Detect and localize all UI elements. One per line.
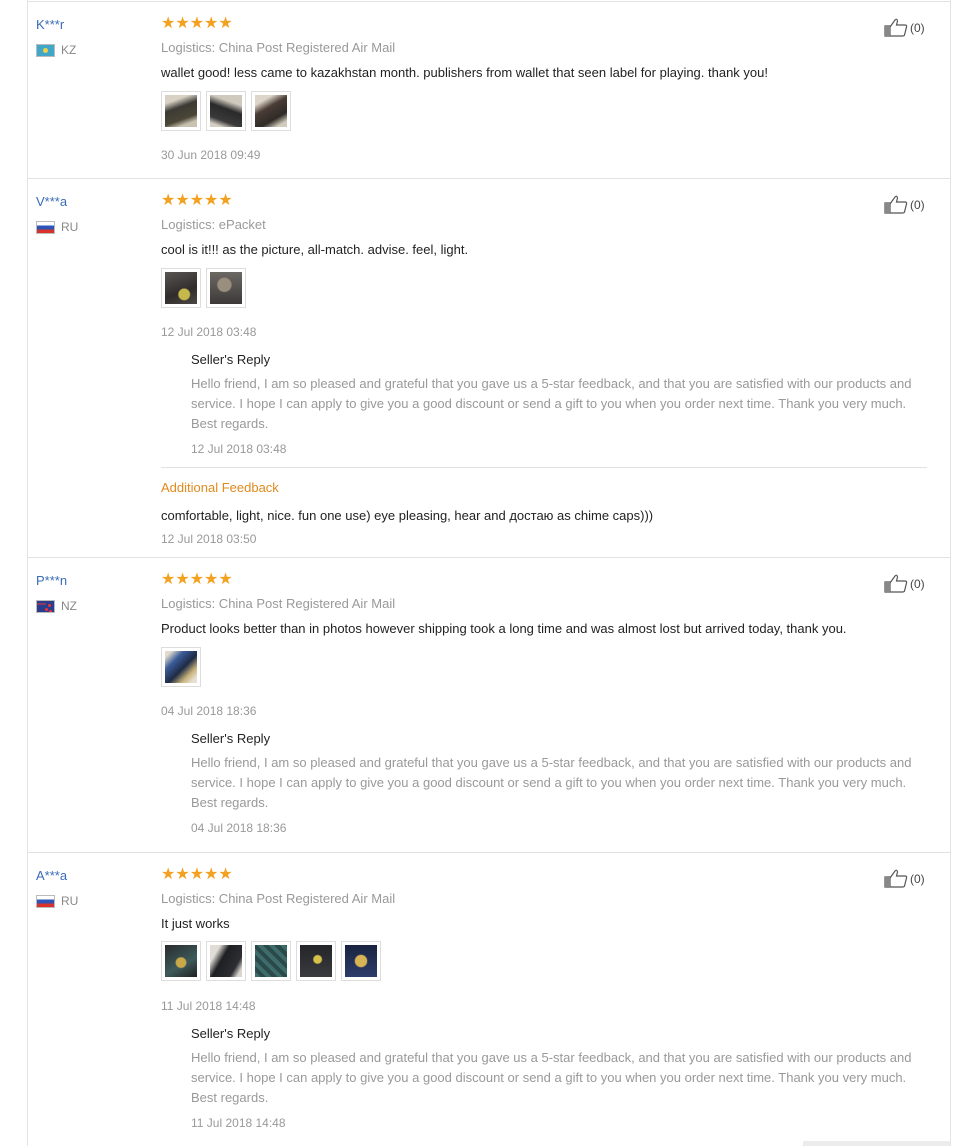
seller-reply-date: 12 Jul 2018 03:48	[191, 442, 287, 456]
review-item: K***r KZ ★★★★★ (0) Logistics: China Post…	[28, 1, 950, 179]
like-button[interactable]: (0)	[884, 869, 925, 888]
review-photos	[161, 268, 246, 308]
ru-flag-icon	[36, 220, 55, 234]
thumbs-up-icon	[884, 869, 908, 888]
seller-reply-title: Seller's Reply	[191, 731, 271, 746]
review-comment: wallet good! less came to kazakhstan mon…	[161, 65, 768, 80]
additional-feedback-text: comfortable, light, nice. fun one use) e…	[161, 508, 654, 523]
star-rating: ★★★★★	[161, 15, 233, 32]
frame-right-border	[950, 0, 951, 1146]
star-rating: ★★★★★	[161, 571, 233, 588]
reviewer-country: RU	[36, 894, 78, 908]
seller-reply-text: Hello friend, I am so pleased and gratef…	[191, 755, 912, 810]
thumbs-up-icon	[884, 18, 908, 37]
country-code: NZ	[61, 599, 77, 613]
review-comment: It just works	[161, 916, 230, 931]
thumbs-up-icon	[884, 574, 908, 593]
review-photo-thumbnail[interactable]	[206, 91, 246, 131]
logistics-info: Logistics: China Post Registered Air Mai…	[161, 891, 396, 906]
like-button[interactable]: (0)	[884, 18, 925, 37]
review-photo-thumbnail[interactable]	[161, 647, 201, 687]
review-photos	[161, 91, 291, 131]
review-date: 30 Jun 2018 09:49	[161, 148, 261, 162]
reviewer-name[interactable]: V***a	[36, 194, 67, 209]
review-photo-thumbnail[interactable]	[251, 91, 291, 131]
review-photo-thumbnail[interactable]	[206, 268, 246, 308]
logistics-info: Logistics: ePacket	[161, 217, 266, 232]
seller-reply-text: Hello friend, I am so pleased and gratef…	[191, 1050, 912, 1105]
logistics-info: Logistics: China Post Registered Air Mai…	[161, 596, 396, 611]
review-item: P***n NZ ★★★★★ (0) Logistics: China Post…	[28, 557, 950, 853]
kz-flag-icon	[36, 43, 55, 57]
review-photo-thumbnail[interactable]	[161, 91, 201, 131]
seller-reply-title: Seller's Reply	[191, 1026, 271, 1041]
review-date: 11 Jul 2018 14:48	[161, 999, 256, 1013]
additional-feedback-title: Additional Feedback	[161, 480, 279, 495]
review-item: V***a RU ★★★★★ (0) Logistics: ePacket co…	[28, 178, 950, 558]
review-photo-thumbnail[interactable]	[341, 941, 381, 981]
like-count: (0)	[910, 197, 925, 212]
country-code: RU	[61, 220, 79, 234]
review-photo-thumbnail[interactable]	[296, 941, 336, 981]
like-count: (0)	[910, 20, 925, 35]
nz-flag-icon	[36, 599, 55, 613]
reviewer-name[interactable]: P***n	[36, 573, 67, 588]
review-photo-thumbnail[interactable]	[161, 941, 201, 981]
additional-feedback-date: 12 Jul 2018 03:50	[161, 532, 257, 546]
seller-reply-text: Hello friend, I am so pleased and gratef…	[191, 376, 912, 431]
review-item: A***a RU ★★★★★ (0) Logistics: China Post…	[28, 852, 950, 1147]
review-photo-thumbnail[interactable]	[206, 941, 246, 981]
review-comment: cool is it!!! as the picture, all-match.…	[161, 242, 469, 257]
review-photo-thumbnail[interactable]	[161, 268, 201, 308]
like-button[interactable]: (0)	[884, 195, 925, 214]
seller-reply-date: 04 Jul 2018 18:36	[191, 821, 287, 835]
review-photos	[161, 941, 381, 981]
reviewer-country: RU	[36, 220, 78, 234]
review-date: 12 Jul 2018 03:48	[161, 325, 257, 339]
country-code: RU	[61, 894, 79, 908]
review-photo-thumbnail[interactable]	[251, 941, 291, 981]
seller-reply-date: 11 Jul 2018 14:48	[191, 1116, 286, 1130]
review-photos	[161, 647, 201, 687]
star-rating: ★★★★★	[161, 192, 233, 209]
ru-flag-icon	[36, 894, 55, 908]
review-date: 04 Jul 2018 18:36	[161, 704, 257, 718]
divider	[161, 467, 927, 468]
reviewer-name[interactable]: A***a	[36, 868, 67, 883]
like-count: (0)	[910, 576, 925, 591]
thumbs-up-icon	[884, 195, 908, 214]
reviewer-country: KZ	[36, 43, 76, 57]
star-rating: ★★★★★	[161, 866, 233, 883]
seller-reply-title: Seller's Reply	[191, 352, 271, 367]
reviewer-name[interactable]: K***r	[36, 17, 64, 32]
reviewer-country: NZ	[36, 599, 77, 613]
country-code: KZ	[61, 43, 77, 57]
review-comment: Product looks better than in photos howe…	[161, 621, 847, 636]
logistics-info: Logistics: China Post Registered Air Mai…	[161, 40, 396, 55]
like-button[interactable]: (0)	[884, 574, 925, 593]
like-count: (0)	[910, 871, 925, 886]
